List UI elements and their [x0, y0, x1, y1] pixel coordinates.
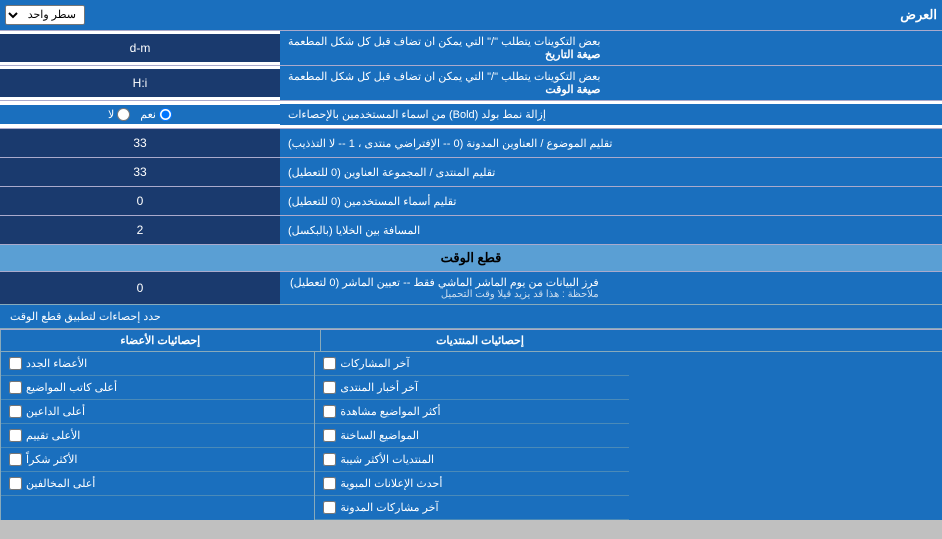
checkboxes-section: إحصائيات المنتديات إحصائيات الأعضاء آخر …	[0, 329, 942, 520]
bold-removal-label: إزالة نمط بولد (Bold) من اسماء المستخدمي…	[280, 104, 942, 125]
cutoff-section-header: قطع الوقت	[0, 245, 942, 272]
trim-usernames-row: تقليم أسماء المستخدمين (0 للتعطيل)	[0, 187, 942, 216]
trim-forum-input-wrapper	[0, 158, 280, 186]
checkbox-last-news[interactable]	[323, 381, 336, 394]
date-format-input-wrapper	[0, 34, 280, 62]
list-item: أكثر المواضيع مشاهدة	[315, 400, 628, 424]
checkbox-new-members[interactable]	[9, 357, 22, 370]
list-item: آخر مشاركات المدونة	[315, 496, 628, 520]
cell-spacing-input-wrapper	[0, 216, 280, 244]
cutoff-value-input[interactable]	[6, 281, 274, 295]
cutoff-value-input-wrapper	[0, 272, 280, 304]
time-format-input-wrapper	[0, 69, 280, 97]
list-item: أعلى الداعين	[1, 400, 314, 424]
trim-forum-row: تقليم المنتدى / المجموعة العناوين (0 للت…	[0, 158, 942, 187]
bold-removal-options: نعم لا	[0, 105, 280, 124]
list-item: أعلى كاتب المواضيع	[1, 376, 314, 400]
trim-topic-input-wrapper	[0, 129, 280, 157]
checkbox-most-thanked[interactable]	[9, 453, 22, 466]
list-item: الأكثر شكراً	[1, 448, 314, 472]
header-row: العرض سطر واحدسطرينثلاثة أسطر	[0, 0, 942, 31]
date-format-input[interactable]	[6, 41, 274, 55]
list-item: أعلى المخالفين	[1, 472, 314, 496]
trim-topic-row: تقليم الموضوع / العناوين المدونة (0 -- ا…	[0, 129, 942, 158]
cutoff-value-label: فرز البيانات من يوم الماشر الماشي فقط --…	[280, 272, 942, 304]
checkbox-top-rated[interactable]	[9, 429, 22, 442]
radio-no[interactable]	[117, 108, 130, 121]
list-item: آخر أخبار المنتدى	[315, 376, 628, 400]
trim-forum-label: تقليم المنتدى / المجموعة العناوين (0 للت…	[280, 158, 942, 186]
checkbox-most-popular-forums[interactable]	[323, 453, 336, 466]
radio-yes[interactable]	[159, 108, 172, 121]
display-dropdown[interactable]: سطر واحدسطرينثلاثة أسطر	[5, 5, 85, 25]
date-format-row: بعض التكوينات يتطلب "/" التي يمكن ان تضا…	[0, 31, 942, 66]
checkbox-top-inviters[interactable]	[9, 405, 22, 418]
bold-removal-row: إزالة نمط بولد (Bold) من اسماء المستخدمي…	[0, 101, 942, 129]
cutoff-value-row: فرز البيانات من يوم الماشر الماشي فقط --…	[0, 272, 942, 305]
header-label: العرض	[900, 7, 937, 23]
radio-no-label[interactable]: لا	[108, 108, 130, 121]
note-row: حدد إحصاءات لتطبيق قطع الوقت	[0, 305, 942, 329]
checkbox-top-violators[interactable]	[9, 477, 22, 490]
checkbox-last-blog-posts[interactable]	[323, 501, 336, 514]
checkboxes-body: آخر المشاركات آخر أخبار المنتدى أكثر الم…	[0, 352, 942, 520]
checkbox-hot-topics[interactable]	[323, 429, 336, 442]
trim-forum-input[interactable]	[6, 165, 274, 179]
main-container: العرض سطر واحدسطرينثلاثة أسطر بعض التكوي…	[0, 0, 942, 520]
checkboxes-col1: الأعضاء الجدد أعلى كاتب المواضيع أعلى ال…	[0, 352, 314, 520]
checkbox-latest-classifieds[interactable]	[323, 477, 336, 490]
trim-topic-input[interactable]	[6, 136, 274, 150]
checkbox-last-posts[interactable]	[323, 357, 336, 370]
time-format-input[interactable]	[6, 76, 274, 90]
list-item: أحدث الإعلانات المبوية	[315, 472, 628, 496]
trim-usernames-label: تقليم أسماء المستخدمين (0 للتعطيل)	[280, 187, 942, 215]
time-format-row: بعض التكوينات يتطلب "/" التي يمكن ان تضا…	[0, 66, 942, 101]
dropdown-area: سطر واحدسطرينثلاثة أسطر	[5, 5, 85, 25]
cell-spacing-row: المسافة بين الخلايا (بالبكسل)	[0, 216, 942, 245]
col1-header: إحصائيات الأعضاء	[0, 330, 320, 351]
checkboxes-empty-col	[629, 352, 942, 520]
cell-spacing-label: المسافة بين الخلايا (بالبكسل)	[280, 216, 942, 244]
trim-usernames-input[interactable]	[6, 194, 274, 208]
date-format-label: بعض التكوينات يتطلب "/" التي يمكن ان تضا…	[280, 31, 942, 65]
cell-spacing-input[interactable]	[6, 223, 274, 237]
list-item: الأعضاء الجدد	[1, 352, 314, 376]
trim-topic-label: تقليم الموضوع / العناوين المدونة (0 -- ا…	[280, 129, 942, 157]
col2-header: إحصائيات المنتديات	[320, 330, 640, 351]
list-item: المواضيع الساخنة	[315, 424, 628, 448]
checkbox-most-viewed[interactable]	[323, 405, 336, 418]
checkbox-top-poster[interactable]	[9, 381, 22, 394]
radio-yes-label[interactable]: نعم	[140, 108, 172, 121]
list-item: المنتديات الأكثر شيبة	[315, 448, 628, 472]
trim-usernames-input-wrapper	[0, 187, 280, 215]
checkboxes-col2: آخر المشاركات آخر أخبار المنتدى أكثر الم…	[314, 352, 628, 520]
list-item: الأعلى تقييم	[1, 424, 314, 448]
checkboxes-header-empty	[639, 330, 942, 351]
checkboxes-header: إحصائيات المنتديات إحصائيات الأعضاء	[0, 330, 942, 352]
time-format-label: بعض التكوينات يتطلب "/" التي يمكن ان تضا…	[280, 66, 942, 100]
list-item: آخر المشاركات	[315, 352, 628, 376]
